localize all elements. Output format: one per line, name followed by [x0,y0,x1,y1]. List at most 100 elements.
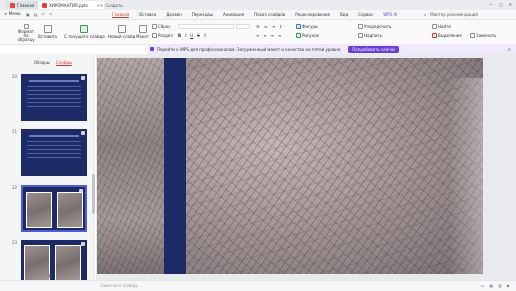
ribbon-tab-tools[interactable]: Сервис [358,12,373,18]
play-icon[interactable]: ▶ [507,283,510,288]
palm-photo-right[interactable] [186,58,483,274]
section-button[interactable]: Раздел [152,33,173,38]
ribbon-tab-view[interactable]: Вид [340,12,348,18]
justify-icon[interactable]: ≡ [278,33,281,38]
banner-text: Перейти к WPS для профессионалов. Загруж… [157,46,341,52]
search-icon[interactable]: ⌕ [424,12,426,17]
section-icon [152,33,157,38]
tab-document-label: ХИРОМАНТИЯ.pptx [49,2,88,8]
new-tab-button[interactable]: + Создать [100,1,123,9]
arrange-button[interactable]: Упорядочить [358,24,391,29]
tab-slides[interactable]: Слайды [55,60,73,66]
view-normal-icon[interactable]: ▦ [489,283,493,288]
section-label: Раздел [158,33,173,38]
slide-thumbnail[interactable] [21,74,87,121]
italic-icon[interactable]: I [185,33,186,38]
insert-button[interactable]: Вставить [38,25,57,39]
line-spacing-icon[interactable]: ↕ [279,24,282,29]
panel-scrollbar[interactable] [92,54,95,280]
font-family-select[interactable] [178,24,234,29]
slide-number: 20 [12,74,18,79]
main-menu-label: Меню [8,11,21,16]
ribbon-tab-transitions[interactable]: Переходы [192,12,213,18]
align-left-icon[interactable]: ≡ [256,33,259,38]
replace-button[interactable]: Заменить [470,33,496,38]
window-controls: — ▢ ✕ [489,2,512,7]
format-painter-button[interactable]: Формат по образцу [16,24,36,42]
bold-icon[interactable]: B [178,33,181,38]
picture-button[interactable]: Рисунок [296,33,319,38]
ribbon-tab-review[interactable]: Рецензирование [295,12,330,18]
select-button[interactable]: Выделение [432,33,462,38]
shapes-button[interactable]: Фигуры [296,24,318,29]
thumb-text-line [27,149,81,150]
undo-icon[interactable]: ↶ [42,12,45,17]
plus-icon: + [100,2,104,8]
slide-panel: Обзоры Слайды 20 21 22 23 [0,54,93,287]
view-sorter-icon[interactable]: ▥ [498,283,502,288]
menubar-right: ⌕ Мастер рекомендаций [424,12,478,17]
tab-document[interactable]: ХИРОМАНТИЯ.pptx ✕ [38,1,104,9]
tab-home[interactable]: Главная [6,1,42,9]
maximize-icon[interactable]: ▢ [499,2,503,7]
add-slide-button[interactable]: + [47,273,53,280]
recommendation-master[interactable]: Мастер рекомендаций [430,12,478,17]
scrollbar-thumb[interactable] [92,174,95,214]
text-box-icon [358,33,363,38]
redo-icon[interactable]: ↷ [49,12,52,17]
font-size-select[interactable] [236,24,250,29]
slide-thumbnail[interactable] [21,129,87,176]
layout-button[interactable]: Макет [136,25,149,39]
promo-banner: Перейти к WPS для профессионалов. Загруж… [148,44,516,54]
indent-icon[interactable]: ⇥ [272,24,275,29]
slide-thumbnail-selected[interactable] [21,185,87,232]
try-now-button[interactable]: Попробовать сейчас [348,45,400,53]
notes-field[interactable]: Заметки к слайду [100,283,138,288]
underline-icon[interactable]: U [190,33,193,38]
align-right-icon[interactable]: ≡ [271,33,274,38]
text-box-button[interactable]: Надпись [358,33,382,38]
thumb-text-line [27,86,81,87]
reset-label: Сброс [158,24,171,29]
current-slide[interactable] [97,58,483,274]
strikethrough-icon[interactable]: S [197,33,200,38]
minimize-icon[interactable]: — [489,2,493,7]
format-painter-label: Формат по образцу [17,29,35,42]
thumb-badge-icon [81,242,85,246]
thumb-badge-icon [81,131,85,135]
close-window-icon[interactable]: ✕ [509,2,512,7]
save-icon[interactable]: ▣ [26,12,30,17]
tab-outline[interactable]: Обзоры [34,60,50,66]
thumb-title [29,135,79,137]
thumb-text-line [27,106,81,107]
slideshow-from-current-button[interactable]: С текущего слайда [64,25,105,39]
play-slideshow-icon [80,25,89,33]
close-banner-icon[interactable]: ✕ [508,47,511,52]
notes-toggle-icon[interactable]: ▭ [481,283,485,288]
thumb-palm-photo [26,192,52,228]
thumb-title [29,80,79,82]
ribbon-tab-slideshow[interactable]: Показ слайдов [254,12,285,18]
print-icon[interactable]: ▤ [34,12,38,17]
ribbon-tab-animation[interactable]: Анимация [223,12,244,18]
new-tab-label: Создать [105,2,123,8]
palm-edge-highlight [449,78,483,274]
font-color-icon[interactable]: A [204,33,207,38]
wps-ai-button[interactable]: WPS AI [383,12,397,18]
reset-button[interactable]: Сброс [152,24,170,29]
find-button[interactable]: Найти [432,24,451,29]
thumb-text-line [27,90,81,91]
thumb-text-line [27,141,81,142]
new-slide-button[interactable]: Новый слайд [108,25,135,39]
ribbon-tab-insert[interactable]: Вставка [139,12,156,18]
main-menu-button[interactable]: ≡ Меню [4,11,21,16]
numbering-icon[interactable]: ≔ [264,24,268,29]
ribbon-tab-home[interactable]: Главная [112,12,130,18]
bullets-icon[interactable]: ☰ [256,24,260,29]
palm-photo-left[interactable] [97,58,164,274]
ribbon-toolbar: Формат по образцу Вставить С текущего сл… [0,20,516,45]
new-slide-icon [117,25,126,33]
presentation-icon [42,2,47,8]
ribbon-tab-design[interactable]: Дизайн [166,12,182,18]
align-center-icon[interactable]: ≡ [263,33,266,38]
